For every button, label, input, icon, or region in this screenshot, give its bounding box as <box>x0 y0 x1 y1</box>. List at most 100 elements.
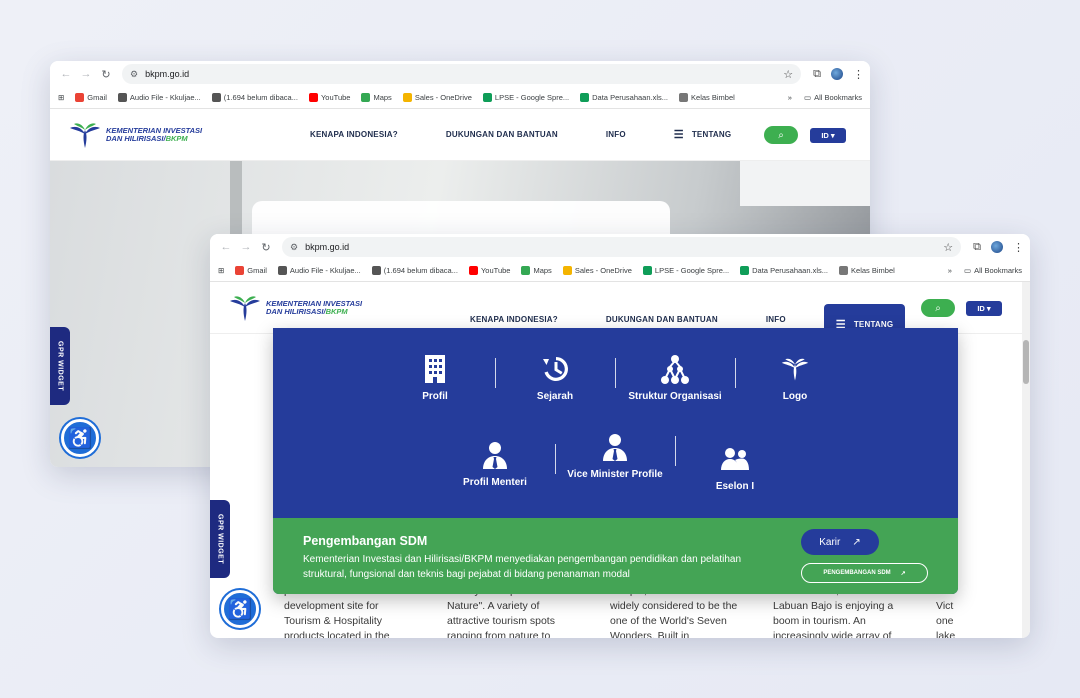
accessibility-icon[interactable]: ♿ <box>221 590 259 628</box>
bookmark-favicon-icon <box>361 93 371 102</box>
extensions-icon[interactable]: ⧉ <box>813 68 821 81</box>
divider <box>615 358 616 388</box>
search-button[interactable]: ⌕ <box>921 299 955 317</box>
bookmark-item[interactable]: Gmail <box>75 93 107 102</box>
gpr-widget-tab[interactable]: GPR WIDGET <box>210 500 230 578</box>
back-arrow-icon[interactable]: ← <box>56 68 76 80</box>
karir-button[interactable]: Karir ↗ <box>801 529 879 555</box>
divider <box>735 358 736 388</box>
site-logo[interactable]: KEMENTERIAN INVESTASI DAN HILIRISASI/BKP… <box>68 122 202 148</box>
logo-line-2b: BKPM <box>325 306 348 316</box>
profile-avatar-icon[interactable] <box>831 68 843 80</box>
bookmarks-right: » ▭ All Bookmarks <box>788 93 862 102</box>
omnibox[interactable]: ⚙ bkpm.go.id ☆ <box>122 64 802 84</box>
reload-icon[interactable]: ↻ <box>256 241 276 254</box>
apps-grid-icon[interactable]: ⊞ <box>58 93 64 102</box>
bookmark-favicon-icon <box>839 266 849 275</box>
toolbar-icons: ⧉ ⋮ <box>813 68 864 81</box>
main-menu: KENAPA INDONESIA? DUKUNGAN DAN BANTUAN I… <box>300 120 741 150</box>
bookmark-favicon-icon <box>580 93 590 102</box>
mega-item-vice-minister-profile[interactable]: Vice Minister Profile <box>560 432 670 481</box>
kebab-menu-icon[interactable]: ⋮ <box>1013 241 1024 254</box>
bookmark-star-icon[interactable]: ☆ <box>783 68 793 81</box>
bookmark-item[interactable]: Sales - OneDrive <box>562 266 632 275</box>
folder-icon: ▭ <box>803 93 812 102</box>
forward-arrow-icon[interactable]: → <box>236 241 256 253</box>
mega-item-eselon-i[interactable]: Eselon I <box>680 444 790 493</box>
gpr-widget-tab[interactable]: GPR WIDGET <box>50 327 70 405</box>
mega-item-label: Eselon I <box>715 481 755 492</box>
more-bookmarks-chevron-icon[interactable]: » <box>788 93 792 102</box>
bookmark-favicon-icon <box>402 93 412 102</box>
mega-item-profil[interactable]: Profil <box>380 354 490 403</box>
site-header: KEMENTERIAN INVESTASI DAN HILIRISASI/BKP… <box>210 282 1030 345</box>
all-bookmarks-button[interactable]: ▭ All Bookmarks <box>964 266 1022 275</box>
external-arrow-icon: ↗ <box>900 570 906 577</box>
bookmark-favicon-icon <box>308 93 318 102</box>
menu-kenapa-indonesia[interactable]: KENAPA INDONESIA? <box>300 120 408 150</box>
bookmark-label: (1.694 belum dibaca... <box>383 266 458 275</box>
logo-text: KEMENTERIAN INVESTASI DAN HILIRISASI/BKP… <box>106 126 202 143</box>
mega-item-profil-menteri[interactable]: Profil Menteri <box>440 440 550 489</box>
mega-item-logo[interactable]: Logo <box>740 354 850 403</box>
bookmark-label: Maps <box>373 93 392 102</box>
bookmark-item[interactable]: Maps <box>521 266 552 275</box>
hamburger-icon: ☰ <box>673 129 684 141</box>
bookmark-item[interactable]: Kelas Bimbel <box>679 93 735 102</box>
bookmark-item[interactable]: Maps <box>361 93 392 102</box>
bookmark-item[interactable]: Audio File - Kkuljae... <box>117 93 201 102</box>
bookmark-item[interactable]: Data Perusahaan.xls... <box>740 266 828 275</box>
profile-avatar-icon[interactable] <box>991 241 1003 253</box>
search-button[interactable]: ⌕ <box>764 126 798 144</box>
back-arrow-icon[interactable]: ← <box>216 241 236 253</box>
bookmark-label: (1.694 belum dibaca... <box>223 93 298 102</box>
apps-grid-icon[interactable]: ⊞ <box>218 266 224 275</box>
forward-arrow-icon[interactable]: → <box>76 68 96 80</box>
extensions-icon[interactable]: ⧉ <box>973 241 981 254</box>
bookmarks-right: » ▭ All Bookmarks <box>948 266 1022 275</box>
more-bookmarks-chevron-icon[interactable]: » <box>948 266 952 275</box>
reload-icon[interactable]: ↻ <box>96 68 116 81</box>
site-settings-icon[interactable]: ⚙ <box>130 69 138 80</box>
pengembangan-sdm-panel: Pengembangan SDM Kementerian Investasi d… <box>273 518 958 594</box>
bookmark-item[interactable]: Kelas Bimbel <box>839 266 895 275</box>
mega-item-sejarah[interactable]: Sejarah <box>500 354 610 403</box>
language-button[interactable]: ID ▾ <box>810 128 846 143</box>
site-settings-icon[interactable]: ⚙ <box>290 242 298 253</box>
bookmark-label: Data Perusahaan.xls... <box>752 266 829 275</box>
bookmark-item[interactable]: LPSE - Google Spre... <box>642 266 730 275</box>
bookmark-label: LPSE - Google Spre... <box>654 266 730 275</box>
bookmark-favicon-icon <box>679 93 689 102</box>
pengembangan-sdm-button[interactable]: PENGEMBANGAN SDM ↗ <box>801 563 928 583</box>
bookmark-item[interactable]: Gmail <box>235 266 267 275</box>
hero-decor <box>740 161 870 206</box>
address-bar-row: ← → ↻ ⚙ bkpm.go.id ☆ ⧉ ⋮ <box>210 234 1030 260</box>
divider <box>555 444 556 474</box>
all-bookmarks-button[interactable]: ▭ All Bookmarks <box>804 93 862 102</box>
bkpm-logo-icon <box>230 295 260 321</box>
language-button[interactable]: ID ▾ <box>966 301 1002 316</box>
mega-item-struktur-organisasi[interactable]: Struktur Organisasi <box>620 354 730 403</box>
scrollbar-thumb[interactable] <box>1023 340 1029 384</box>
logo-line-2a: DAN HILIRISASI/ <box>266 306 326 316</box>
bookmark-item[interactable]: LPSE - Google Spre... <box>482 93 569 102</box>
omnibox[interactable]: ⚙ bkpm.go.id ☆ <box>282 237 962 257</box>
menu-tentang[interactable]: ☰ TENTANG <box>664 120 742 150</box>
kebab-menu-icon[interactable]: ⋮ <box>853 68 864 81</box>
search-icon: ⌕ <box>778 129 784 141</box>
site-logo[interactable]: KEMENTERIAN INVESTASI DAN HILIRISASI/BKP… <box>228 295 362 321</box>
bookmark-item[interactable]: YouTube <box>468 266 510 275</box>
mega-item-label: Logo <box>782 391 808 402</box>
bookmark-item[interactable]: Sales - OneDrive <box>402 93 472 102</box>
bookmark-item[interactable]: (1.694 belum dibaca... <box>371 266 458 275</box>
bookmark-item[interactable]: Audio File - Kkuljae... <box>277 266 361 275</box>
accessibility-icon[interactable]: ♿ <box>61 419 99 457</box>
page-scrollbar[interactable] <box>1022 282 1030 638</box>
menu-info[interactable]: INFO <box>596 120 636 150</box>
bookmark-item[interactable]: Data Perusahaan.xls... <box>580 93 668 102</box>
bookmark-item[interactable]: YouTube <box>308 93 350 102</box>
bookmark-star-icon[interactable]: ☆ <box>943 241 953 254</box>
bookmark-item[interactable]: (1.694 belum dibaca... <box>211 93 298 102</box>
menu-dukungan-bantuan[interactable]: DUKUNGAN DAN BANTUAN <box>436 120 568 150</box>
logo-text: KEMENTERIAN INVESTASI DAN HILIRISASI/BKP… <box>266 299 362 316</box>
